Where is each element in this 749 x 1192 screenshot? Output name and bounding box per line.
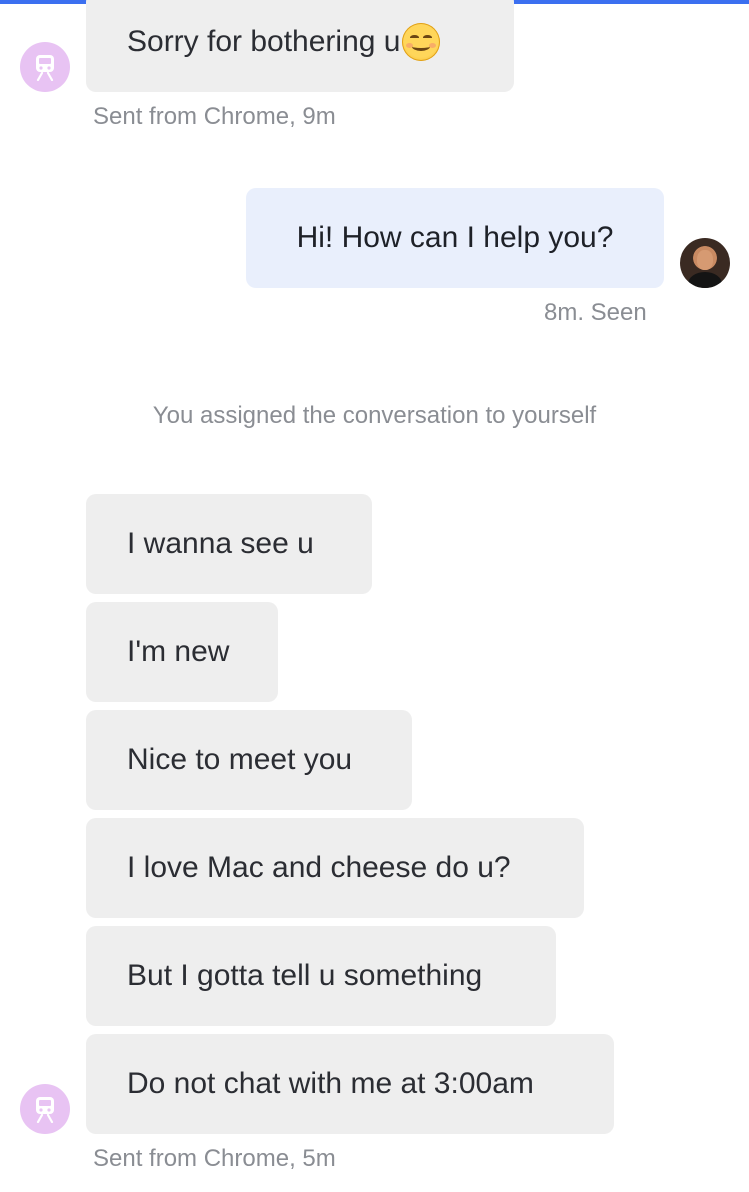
train-icon bbox=[36, 55, 54, 81]
message-bubble-incoming[interactable]: Do not chat with me at 3:00am bbox=[86, 1034, 614, 1134]
agent-avatar[interactable] bbox=[680, 238, 730, 288]
message-text: I wanna see u bbox=[127, 527, 314, 560]
visitor-avatar[interactable] bbox=[20, 42, 70, 92]
message-text: I'm new bbox=[127, 635, 230, 668]
visitor-avatar[interactable] bbox=[20, 1084, 70, 1134]
message-meta: Sent from Chrome, 9m bbox=[93, 103, 336, 130]
message-text: Hi! How can I help you? bbox=[296, 221, 614, 254]
message-text: Nice to meet you bbox=[127, 743, 353, 776]
message-bubble-incoming[interactable]: I love Mac and cheese do u? bbox=[86, 818, 584, 918]
message-meta-seen: 8m. Seen bbox=[544, 299, 647, 326]
message-text: Sorry for bothering u bbox=[127, 25, 401, 58]
smiling-face-icon bbox=[402, 23, 441, 61]
train-icon bbox=[36, 1097, 54, 1123]
message-text: Do not chat with me at 3:00am bbox=[127, 1067, 534, 1100]
message-bubble-incoming[interactable]: I'm new bbox=[86, 602, 278, 702]
message-meta: Sent from Chrome, 5m bbox=[93, 1145, 336, 1172]
message-text: But I gotta tell u something bbox=[127, 959, 483, 992]
message-bubble-incoming[interactable]: Sorry for bothering u bbox=[86, 0, 514, 92]
message-bubble-outgoing[interactable]: Hi! How can I help you? bbox=[246, 188, 664, 288]
message-text: I love Mac and cheese do u? bbox=[127, 851, 511, 884]
message-bubble-incoming[interactable]: I wanna see u bbox=[86, 494, 372, 594]
message-bubble-incoming[interactable]: But I gotta tell u something bbox=[86, 926, 556, 1026]
message-bubble-incoming[interactable]: Nice to meet you bbox=[86, 710, 412, 810]
system-note: You assigned the conversation to yoursel… bbox=[152, 402, 597, 429]
